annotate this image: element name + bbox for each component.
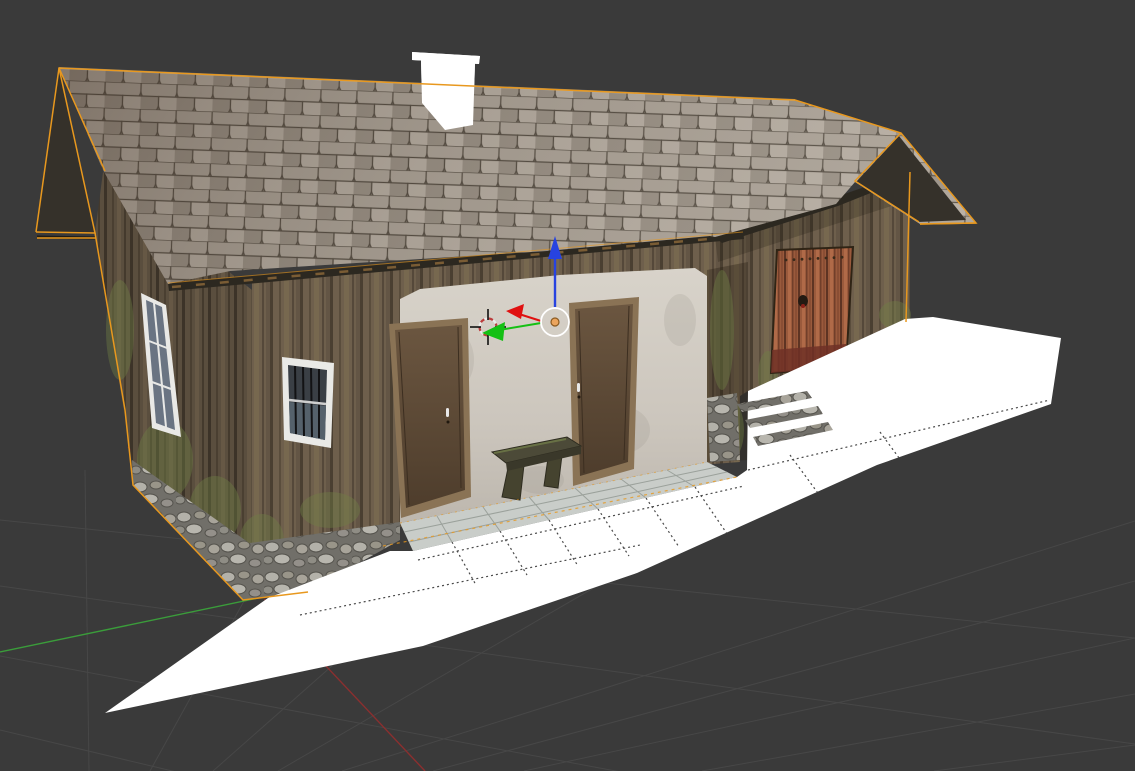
barred-window[interactable]: [282, 357, 334, 448]
porch-door-right[interactable]: [569, 297, 639, 486]
3d-viewport[interactable]: [0, 0, 1135, 771]
object-origin-dot: [550, 317, 560, 327]
porch-door-left[interactable]: [389, 318, 471, 518]
